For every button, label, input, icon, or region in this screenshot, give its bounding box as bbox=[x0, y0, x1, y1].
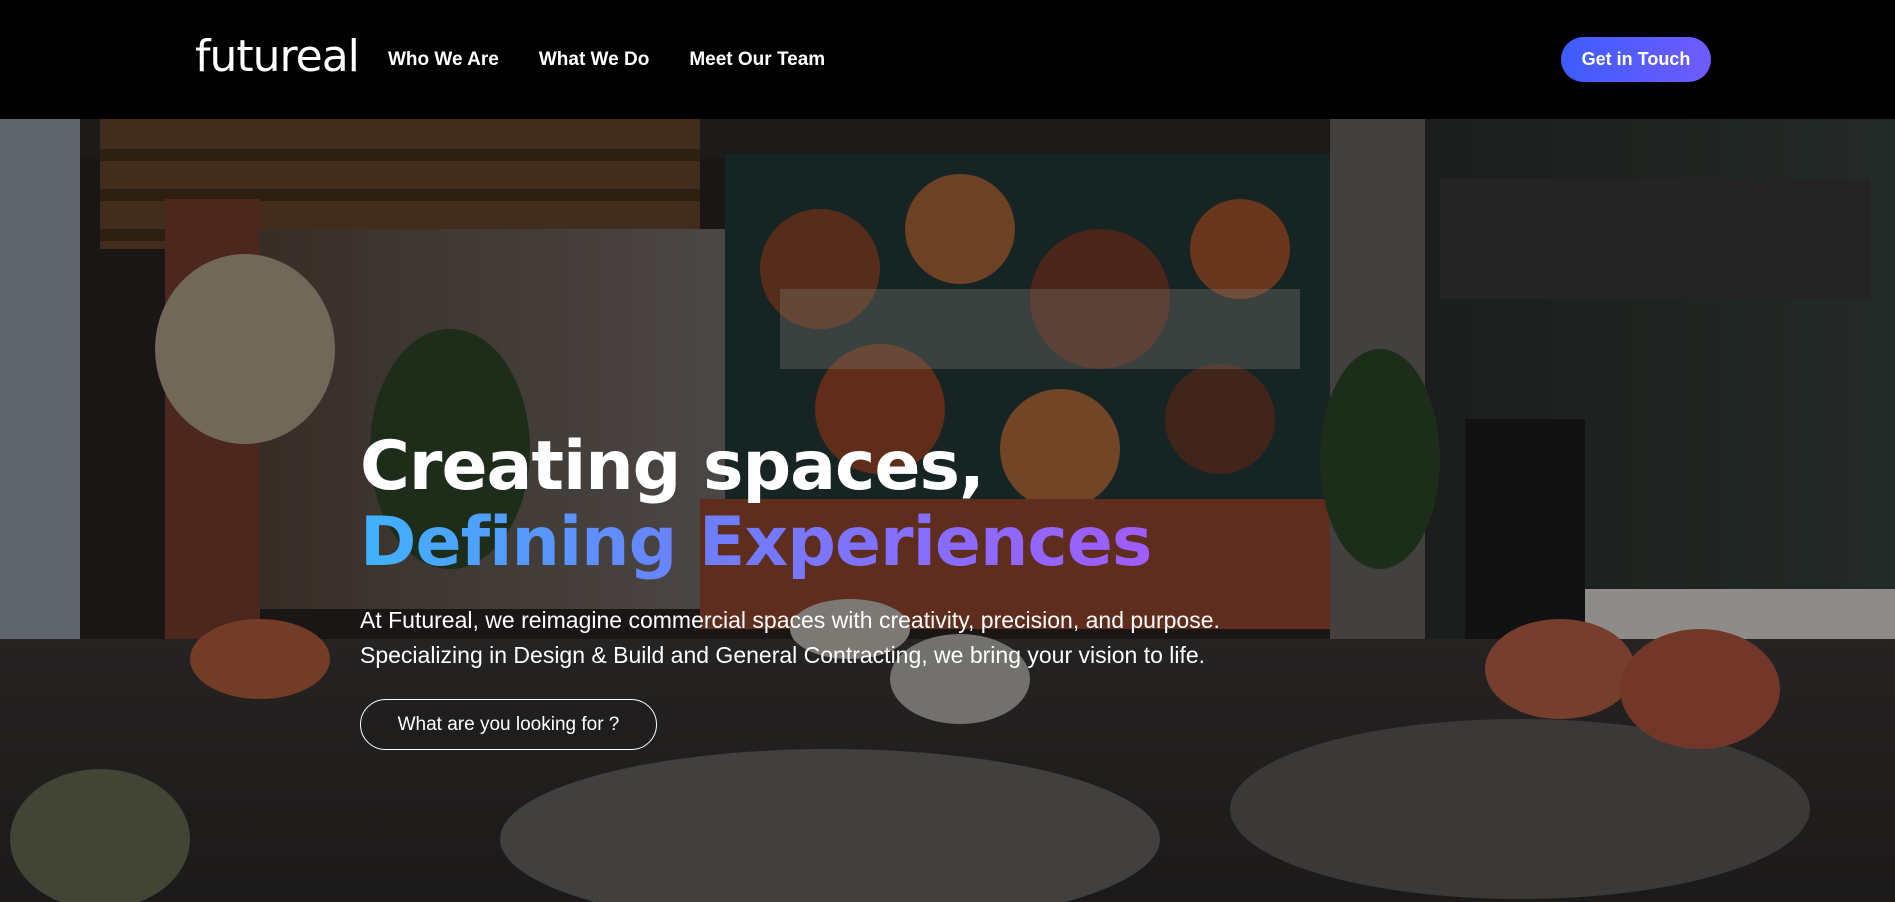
nav-who-we-are[interactable]: Who We Are bbox=[388, 45, 499, 75]
site-header: futureal Who We Are What We Do Meet Our … bbox=[0, 0, 1895, 119]
main-nav: Who We Are What We Do Meet Our Team bbox=[388, 45, 825, 75]
logo[interactable]: futureal bbox=[195, 34, 360, 80]
hero-description-line2: Specializing in Design & Build and Gener… bbox=[360, 642, 1206, 668]
hero-section: Creating spaces, Defining Experiences At… bbox=[0, 119, 1895, 902]
hero-headline-line1: Creating spaces, bbox=[360, 427, 985, 506]
nav-meet-our-team[interactable]: Meet Our Team bbox=[689, 45, 825, 75]
hero-description-line1: At Futureal, we reimagine commercial spa… bbox=[360, 607, 1220, 633]
get-in-touch-button[interactable]: Get in Touch bbox=[1561, 37, 1711, 82]
hero-content: Creating spaces, Defining Experiences At… bbox=[360, 429, 1360, 750]
page: futureal Who We Are What We Do Meet Our … bbox=[0, 0, 1895, 902]
what-are-you-looking-for-button[interactable]: What are you looking for ? bbox=[360, 699, 657, 750]
hero-description: At Futureal, we reimagine commercial spa… bbox=[360, 603, 1340, 673]
hero-headline-line2: Defining Experiences bbox=[360, 503, 1152, 582]
nav-what-we-do[interactable]: What We Do bbox=[539, 45, 649, 75]
